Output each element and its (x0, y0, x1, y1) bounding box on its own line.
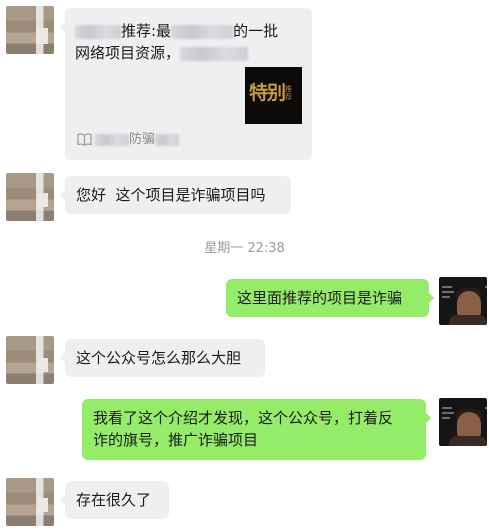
book-icon (77, 133, 92, 146)
article-title-line1: 推荐:最 的一批 (75, 20, 278, 42)
contact-avatar[interactable] (6, 336, 54, 384)
message-text: 我看了这个介绍才发现，这个公众号，打着反 (93, 409, 394, 427)
contact-avatar[interactable] (6, 6, 54, 54)
article-title-text: 网络项目资源， (75, 44, 181, 62)
message-text: 存在很久了 (76, 491, 152, 509)
message-text: 这里面推荐的项目是诈骗 (237, 289, 403, 307)
blurred-text (180, 46, 249, 61)
article-thumbnail: 特别 推荐 (245, 67, 302, 124)
blurred-text (95, 133, 129, 146)
message-bubble[interactable]: 这个公众号怎么那么大胆 (60, 339, 265, 377)
thumbnail-subtitle: 推荐 (285, 85, 292, 101)
message-bubble[interactable]: 我看了这个介绍才发现，这个公众号，打着反 诈的旗号，推广诈骗项目 (82, 399, 431, 460)
timestamp: 星期一 22:38 (204, 241, 285, 256)
blurred-text (75, 24, 121, 39)
message-text: 这个公众号怎么那么大胆 (76, 349, 242, 367)
contact-avatar[interactable] (6, 173, 54, 221)
contact-avatar[interactable] (6, 478, 54, 526)
blurred-text (171, 24, 234, 39)
user-avatar[interactable] (439, 398, 487, 446)
thumbnail-title: 特别 (249, 82, 286, 104)
article-title-text: 的一批 (233, 22, 279, 40)
article-card[interactable]: 推荐:最 的一批 网络项目资源， 特别 推荐 防骗 (60, 8, 312, 160)
article-title-line2: 网络项目资源， (75, 42, 249, 64)
message-bubble[interactable]: 这里面推荐的项目是诈骗 (226, 279, 434, 317)
article-source: 防骗 (77, 132, 180, 148)
message-bubble[interactable]: 存在很久了 (60, 481, 169, 519)
blurred-text (155, 133, 180, 146)
article-title-text: 推荐:最 (121, 22, 172, 40)
message-text: 诈的旗号，推广诈骗项目 (93, 431, 259, 449)
source-name: 防骗 (129, 132, 156, 147)
user-avatar[interactable] (439, 277, 487, 325)
message-text: 您好 这个项目是诈骗项目吗 (76, 186, 266, 204)
message-bubble[interactable]: 您好 这个项目是诈骗项目吗 (60, 176, 291, 214)
